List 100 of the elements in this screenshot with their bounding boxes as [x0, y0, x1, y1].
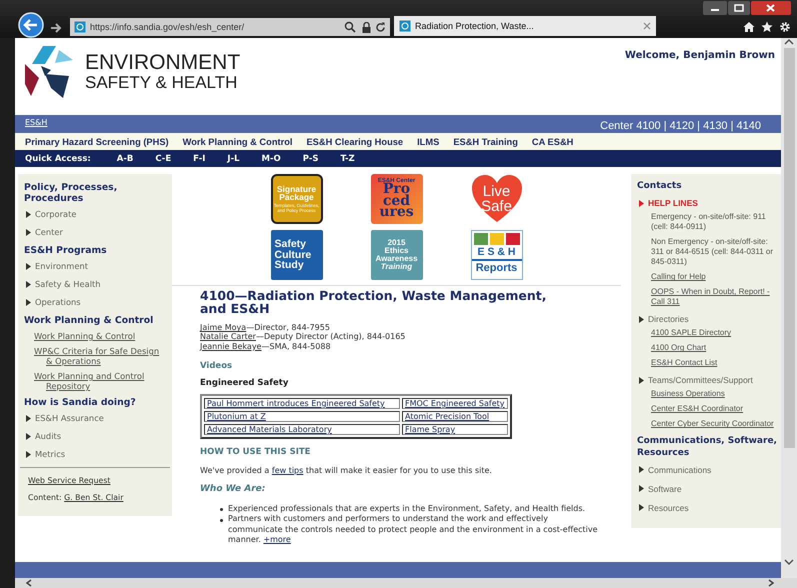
staff-line: Jeannie Bekaye—SMA, 844-5088	[200, 342, 332, 351]
section-title: Who We Are:	[200, 484, 266, 494]
link-text[interactable]: Communications	[648, 464, 712, 475]
live-safe-tile[interactable]: Live Safe	[470, 174, 522, 224]
link-text[interactable]: Directories	[648, 314, 689, 324]
sidebar-link[interactable]: Safety & Health	[26, 279, 166, 289]
link-text[interactable]: ES&H Assurance	[35, 413, 104, 423]
link-text[interactable]: Resources	[648, 502, 689, 513]
sidebar-link[interactable]: WP&C Criteria for Safe Design & Operations	[24, 346, 166, 366]
section-title: Work Planning & Control	[24, 315, 154, 326]
contact-link[interactable]: Calling for Help	[651, 272, 777, 282]
link-text[interactable]: Teams/Committees/Support	[648, 375, 753, 386]
quick-access-link[interactable]: M-O	[262, 154, 281, 164]
sidebar-link[interactable]: Operations	[26, 297, 166, 307]
link-text[interactable]: Operations	[35, 297, 81, 307]
section-title: Videos	[200, 360, 234, 371]
sidebar-link[interactable]: Corporate	[26, 209, 166, 219]
staff-name-link[interactable]: Natalie Carter	[200, 332, 256, 342]
logo-text: ENVIRONMENT	[85, 52, 240, 74]
breadcrumb-link[interactable]: ES&H	[25, 118, 48, 127]
sidebar-link[interactable]: Software	[639, 484, 777, 494]
contact-link[interactable]: ES&H Contact List	[651, 358, 777, 368]
nav-link[interactable]: Work Planning & Control	[182, 136, 292, 146]
sidebar-link[interactable]: ES&H Assurance	[26, 413, 166, 423]
link-text[interactable]: HELP LINES	[648, 198, 698, 208]
tile-text: E S & H	[472, 247, 522, 260]
sidebar-link[interactable]: Work Planning and Control Repository	[24, 371, 166, 391]
video-link[interactable]: Flame Spray	[402, 424, 508, 435]
tile-text: Culture	[274, 250, 312, 260]
sidebar-link[interactable]: Center	[26, 227, 166, 237]
section-title: Policy, Processes, Procedures	[24, 182, 118, 204]
contact-info: Non Emergency - on-site/off-site: 311 or 844-6515 (cell: 844-0311 or 845-0311)	[651, 237, 774, 268]
video-link[interactable]: FMOC Engineered Safety	[402, 398, 508, 409]
contact-link[interactable]: OOPS - When in Doubt, Report! - Call 311	[651, 287, 777, 308]
link-text[interactable]: Metrics	[35, 449, 66, 459]
contact-link[interactable]: 4100 Org Chart	[651, 343, 777, 354]
quick-access-link[interactable]: A-B	[116, 154, 134, 164]
sidebar-link[interactable]: Directories	[639, 314, 777, 324]
staff-name-link[interactable]: Jaime Moya	[200, 323, 246, 332]
section-title: Contacts	[637, 181, 683, 192]
quick-access-label: Quick Access:	[25, 154, 91, 164]
safety-culture-tile[interactable]: Safety Culture Study	[270, 230, 322, 280]
staff-line: Jaime Moya—Director, 844-7955	[200, 323, 331, 332]
tile-text: Package	[279, 193, 314, 202]
intro-text: We've provided a few tips that will make it easier for you to use this site.	[200, 466, 493, 475]
nav-link[interactable]: Primary Hazard Screening (PHS)	[25, 136, 169, 146]
tile-text: Live	[482, 184, 510, 199]
sidebar-link[interactable]: Resources	[639, 502, 777, 513]
quick-access-link[interactable]: P-S	[302, 154, 318, 164]
center-links[interactable]: Center 4100 | 4120 | 4130 | 4140	[600, 120, 761, 132]
tips-link[interactable]: few tips	[272, 466, 304, 475]
staff-name-link[interactable]: Jeannie Bekaye	[200, 342, 262, 351]
video-link[interactable]: Advanced Materials Laboratory	[204, 424, 400, 435]
contact-info: Emergency - on-site/off-site: 911 (cell: 844-0911)	[651, 212, 767, 232]
logo-text: SAFETY & HEALTH	[85, 74, 238, 92]
sidebar-link[interactable]: Audits	[26, 431, 166, 441]
quick-access-link[interactable]: J-L	[227, 154, 240, 164]
quick-access-link[interactable]: T-Z	[340, 154, 355, 164]
more-link[interactable]: +more	[263, 534, 291, 544]
nav-link[interactable]: ILMS	[417, 136, 440, 146]
browser-tab[interactable]: Radiation Protection, Waste...	[394, 16, 656, 36]
sidebar-link[interactable]: Environment	[26, 261, 166, 271]
sidebar-link[interactable]: Metrics	[26, 449, 166, 459]
sidebar-link[interactable]: Work Planning & Control	[24, 331, 166, 341]
tile-text: Awareness	[375, 255, 418, 263]
quick-access-link[interactable]: F-I	[193, 154, 206, 164]
quick-access-link[interactable]: C-E	[155, 154, 172, 164]
sidebar-link[interactable]: Teams/Committees/Support	[639, 375, 777, 386]
link-text[interactable]: Software	[648, 484, 682, 494]
nav-link[interactable]: CA ES&H	[532, 136, 574, 146]
section-title: ES&H Programs	[24, 245, 108, 256]
tile-text: Safety	[274, 239, 306, 250]
tile-text: Study	[274, 260, 304, 271]
contact-link[interactable]: Center ES&H Coordinator	[651, 404, 777, 414]
link-text[interactable]: Audits	[35, 431, 62, 441]
link-text[interactable]: Environment	[35, 261, 88, 271]
link-text[interactable]: Corporate	[35, 209, 76, 219]
staff-line: Natalie Carter—Deputy Director (Acting), 844-0165	[200, 332, 406, 342]
video-link[interactable]: Plutonium at Z	[204, 410, 400, 422]
tile-text: ures	[379, 207, 414, 220]
tile-text: Reports	[476, 262, 518, 274]
address-bar[interactable]: https://info.sandia.gov/esh/esh_center/	[70, 18, 390, 36]
video-link[interactable]: Paul Hommert introduces Engineered Safety	[204, 398, 400, 409]
video-link[interactable]: Atomic Precision Tool	[402, 410, 508, 422]
tile-text: Training	[380, 263, 412, 271]
contact-link[interactable]: 4100 SAPLE Directory	[651, 328, 777, 338]
nav-link[interactable]: ES&H Clearing House	[306, 136, 404, 146]
contact-link[interactable]: Business Operations	[651, 389, 777, 400]
tile-text: 2015	[388, 239, 406, 247]
url-text: https://info.sandia.gov/esh/esh_center/	[90, 22, 246, 32]
tile-text: Signature	[276, 184, 316, 194]
link-text[interactable]: Center	[35, 227, 63, 237]
nav-link[interactable]: ES&H Training	[453, 136, 518, 146]
contact-link[interactable]: Center Cyber Security Coordinator	[651, 419, 777, 430]
reports-tile[interactable]: E S & H Reports	[470, 230, 522, 280]
section-title: How is Sandia doing?	[24, 397, 137, 408]
link-text[interactable]: Safety & Health	[35, 279, 101, 289]
sidebar-link[interactable]: HELP LINES	[639, 198, 777, 208]
section-title: HOW TO USE THIS SITE	[200, 446, 312, 457]
sidebar-link[interactable]: Communications	[639, 464, 777, 475]
